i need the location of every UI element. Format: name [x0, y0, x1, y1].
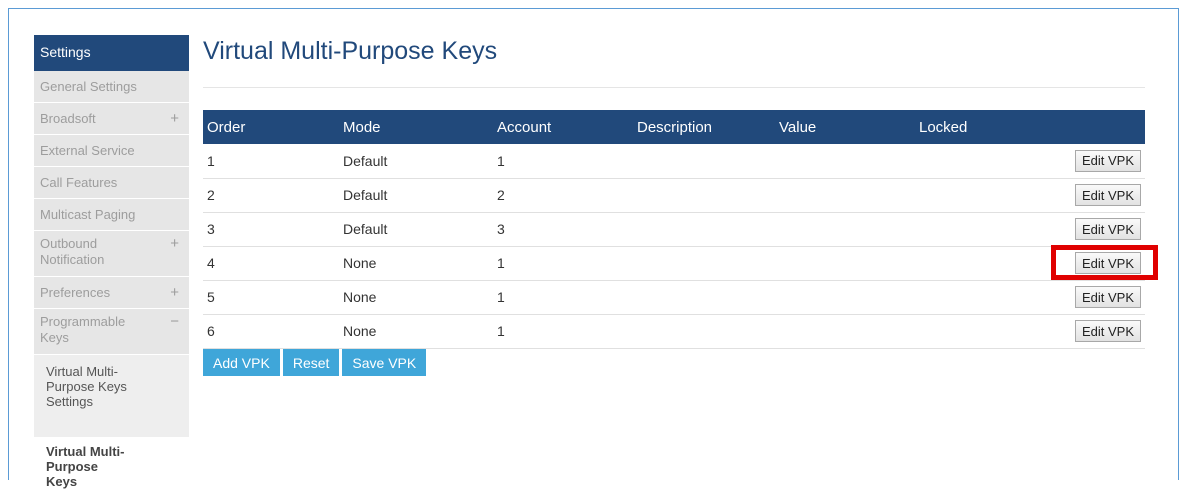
sidebar-item-outbound-notification[interactable]: Outbound Notification + [34, 231, 189, 277]
cell-description [633, 178, 775, 213]
cell-locked [915, 280, 1045, 315]
sidebar-item-programmable-keys[interactable]: Programmable Keys − [34, 309, 189, 355]
cell-order: 6 [203, 314, 339, 349]
cell-account: 3 [493, 212, 633, 247]
cell-mode: Default [339, 178, 493, 213]
expand-icon[interactable]: + [170, 236, 179, 251]
cell-action: Edit VPK [1045, 212, 1145, 247]
column-header-description: Description [633, 110, 775, 144]
sidebar-header[interactable]: Settings [34, 35, 189, 71]
cell-value [775, 178, 915, 213]
sidebar-item-preferences[interactable]: Preferences + [34, 277, 189, 309]
cell-value [775, 314, 915, 349]
sidebar-subitem-vpk[interactable]: Virtual Multi-Purpose Keys [34, 437, 189, 489]
reset-button[interactable]: Reset [282, 349, 340, 376]
table-row: 6 None 1 Edit VPK [203, 314, 1145, 349]
cell-order: 4 [203, 246, 339, 281]
cell-mode: None [339, 246, 493, 281]
cell-mode: Default [339, 144, 493, 179]
edit-vpk-button[interactable]: Edit VPK [1074, 184, 1141, 206]
page-title: Virtual Multi-Purpose Keys [203, 37, 498, 65]
add-vpk-button[interactable]: Add VPK [203, 349, 280, 376]
cell-mode: None [339, 280, 493, 315]
cell-description [633, 314, 775, 349]
save-vpk-button[interactable]: Save VPK [342, 349, 427, 376]
cell-action: Edit VPK [1045, 280, 1145, 315]
cell-order: 2 [203, 178, 339, 213]
cell-value [775, 212, 915, 247]
sidebar: Settings General Settings Broadsoft + Ex… [34, 35, 189, 489]
edit-vpk-button-highlighted[interactable]: Edit VPK [1074, 252, 1141, 274]
vpk-table: Order Mode Account Description Value Loc… [203, 110, 1145, 349]
column-header-locked: Locked [915, 110, 1045, 144]
column-header-order: Order [203, 110, 339, 144]
sidebar-item-label: Broadsoft [40, 111, 96, 126]
sidebar-item-general-settings[interactable]: General Settings [34, 71, 189, 103]
sidebar-subitem-label: Virtual Multi-Purpose Keys Settings [46, 364, 127, 409]
edit-vpk-button[interactable]: Edit VPK [1074, 286, 1141, 308]
cell-action: Edit VPK [1045, 246, 1145, 281]
cell-locked [915, 212, 1045, 247]
edit-vpk-button[interactable]: Edit VPK [1074, 149, 1141, 172]
cell-locked [915, 144, 1045, 179]
cell-account: 1 [493, 246, 633, 281]
sidebar-item-label: Call Features [40, 175, 118, 190]
sidebar-item-label: Outbound Notification [40, 236, 105, 267]
sidebar-item-label: Multicast Paging [40, 207, 136, 222]
cell-mode: None [339, 314, 493, 349]
cell-locked [915, 178, 1045, 213]
cell-value [775, 280, 915, 315]
edit-vpk-button[interactable]: Edit VPK [1074, 218, 1141, 240]
sidebar-item-label: External Service [40, 143, 135, 158]
table-row: 4 None 1 Edit VPK [203, 246, 1145, 281]
cell-action: Edit VPK [1045, 144, 1145, 179]
sidebar-item-label: Preferences [40, 285, 111, 300]
expand-icon[interactable]: + [170, 285, 179, 300]
cell-description [633, 212, 775, 247]
collapse-icon[interactable]: − [170, 314, 179, 329]
cell-order: 3 [203, 212, 339, 247]
cell-locked [915, 314, 1045, 349]
sidebar-item-call-features[interactable]: Call Features [34, 167, 189, 199]
cell-value [775, 144, 915, 179]
cell-account: 1 [493, 314, 633, 349]
cell-action: Edit VPK [1045, 178, 1145, 213]
table-row: 5 None 1 Edit VPK [203, 280, 1145, 315]
cell-action: Edit VPK [1045, 314, 1145, 349]
cell-description [633, 246, 775, 281]
table-row: 3 Default 3 Edit VPK [203, 212, 1145, 247]
cell-order: 1 [203, 144, 339, 179]
sidebar-item-external-service[interactable]: External Service [34, 135, 189, 167]
column-header-mode: Mode [339, 110, 493, 144]
divider [203, 87, 1145, 88]
cell-locked [915, 246, 1045, 281]
cell-mode: Default [339, 212, 493, 247]
cell-value [775, 246, 915, 281]
cell-account: 1 [493, 280, 633, 315]
sidebar-item-label: General Settings [40, 79, 137, 94]
sidebar-item-label: Programmable Keys [40, 314, 126, 345]
cell-account: 1 [493, 144, 633, 179]
sidebar-subitem-vpk-settings[interactable]: Virtual Multi-Purpose Keys Settings [34, 355, 189, 437]
cell-description [633, 280, 775, 315]
sidebar-item-multicast-paging[interactable]: Multicast Paging [34, 199, 189, 231]
cell-account: 2 [493, 178, 633, 213]
column-header-value: Value [775, 110, 915, 144]
column-header-account: Account [493, 110, 633, 144]
column-header-actions [1045, 110, 1145, 144]
table-header-row: Order Mode Account Description Value Loc… [203, 110, 1145, 144]
table-row: 1 Default 1 Edit VPK [203, 144, 1145, 179]
edit-vpk-button[interactable]: Edit VPK [1074, 320, 1141, 342]
expand-icon[interactable]: + [170, 111, 179, 126]
table-row: 2 Default 2 Edit VPK [203, 178, 1145, 213]
sidebar-subitem-label: Virtual Multi-Purpose Keys [46, 444, 125, 489]
action-bar: Add VPK Reset Save VPK [203, 349, 427, 376]
cell-description [633, 144, 775, 179]
sidebar-item-broadsoft[interactable]: Broadsoft + [34, 103, 189, 135]
cell-order: 5 [203, 280, 339, 315]
